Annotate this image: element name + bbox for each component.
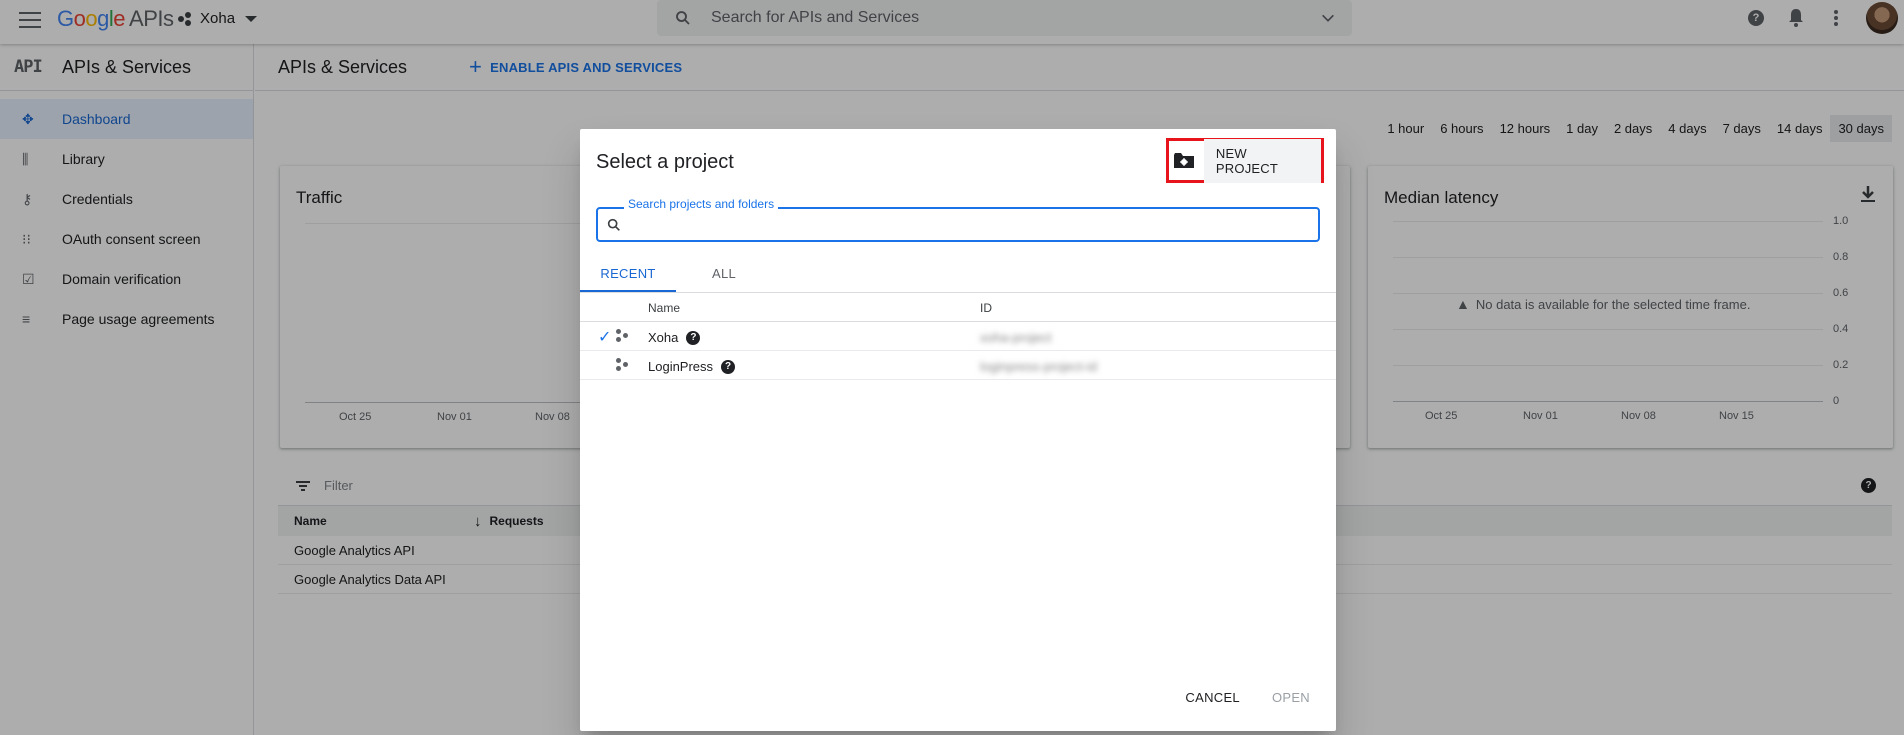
project-icon — [616, 329, 630, 343]
help-icon[interactable]: ? — [721, 359, 736, 374]
project-name[interactable]: LoginPress — [648, 359, 713, 374]
project-tabs: RECENT ALL — [580, 257, 1336, 293]
project-name[interactable]: Xoha — [648, 330, 678, 345]
column-header-name: Name — [648, 301, 681, 315]
project-search-input[interactable]: Search projects and folders — [596, 197, 1320, 242]
project-id-blurred: xoha-project — [980, 330, 1052, 345]
project-list-header: Name ID — [580, 293, 1336, 322]
new-folder-icon[interactable] — [1171, 152, 1198, 169]
project-icon — [616, 358, 630, 372]
new-project-highlight: NEW PROJECT — [1166, 138, 1324, 183]
dialog-actions: CANCEL OPEN — [1165, 684, 1322, 711]
cancel-button[interactable]: CANCEL — [1173, 684, 1252, 711]
search-icon — [607, 218, 620, 231]
project-id-blurred: loginpress-project-id — [980, 359, 1098, 374]
tab-recent[interactable]: RECENT — [580, 257, 676, 292]
tab-all[interactable]: ALL — [676, 257, 772, 292]
new-project-button[interactable]: NEW PROJECT — [1203, 138, 1321, 183]
column-header-id: ID — [980, 301, 992, 315]
dialog-title: Select a project — [596, 151, 734, 173]
open-button[interactable]: OPEN — [1260, 684, 1322, 711]
search-input-label: Search projects and folders — [624, 197, 779, 211]
select-project-dialog: Select a project NEW PROJECT Search proj… — [580, 129, 1336, 731]
project-row[interactable]: ✓ Xoha ? xoha-project — [580, 322, 1336, 351]
project-row[interactable]: LoginPress ? loginpress-project-id — [580, 351, 1336, 380]
checkmark-icon: ✓ — [598, 329, 612, 346]
help-icon[interactable]: ? — [686, 330, 701, 345]
